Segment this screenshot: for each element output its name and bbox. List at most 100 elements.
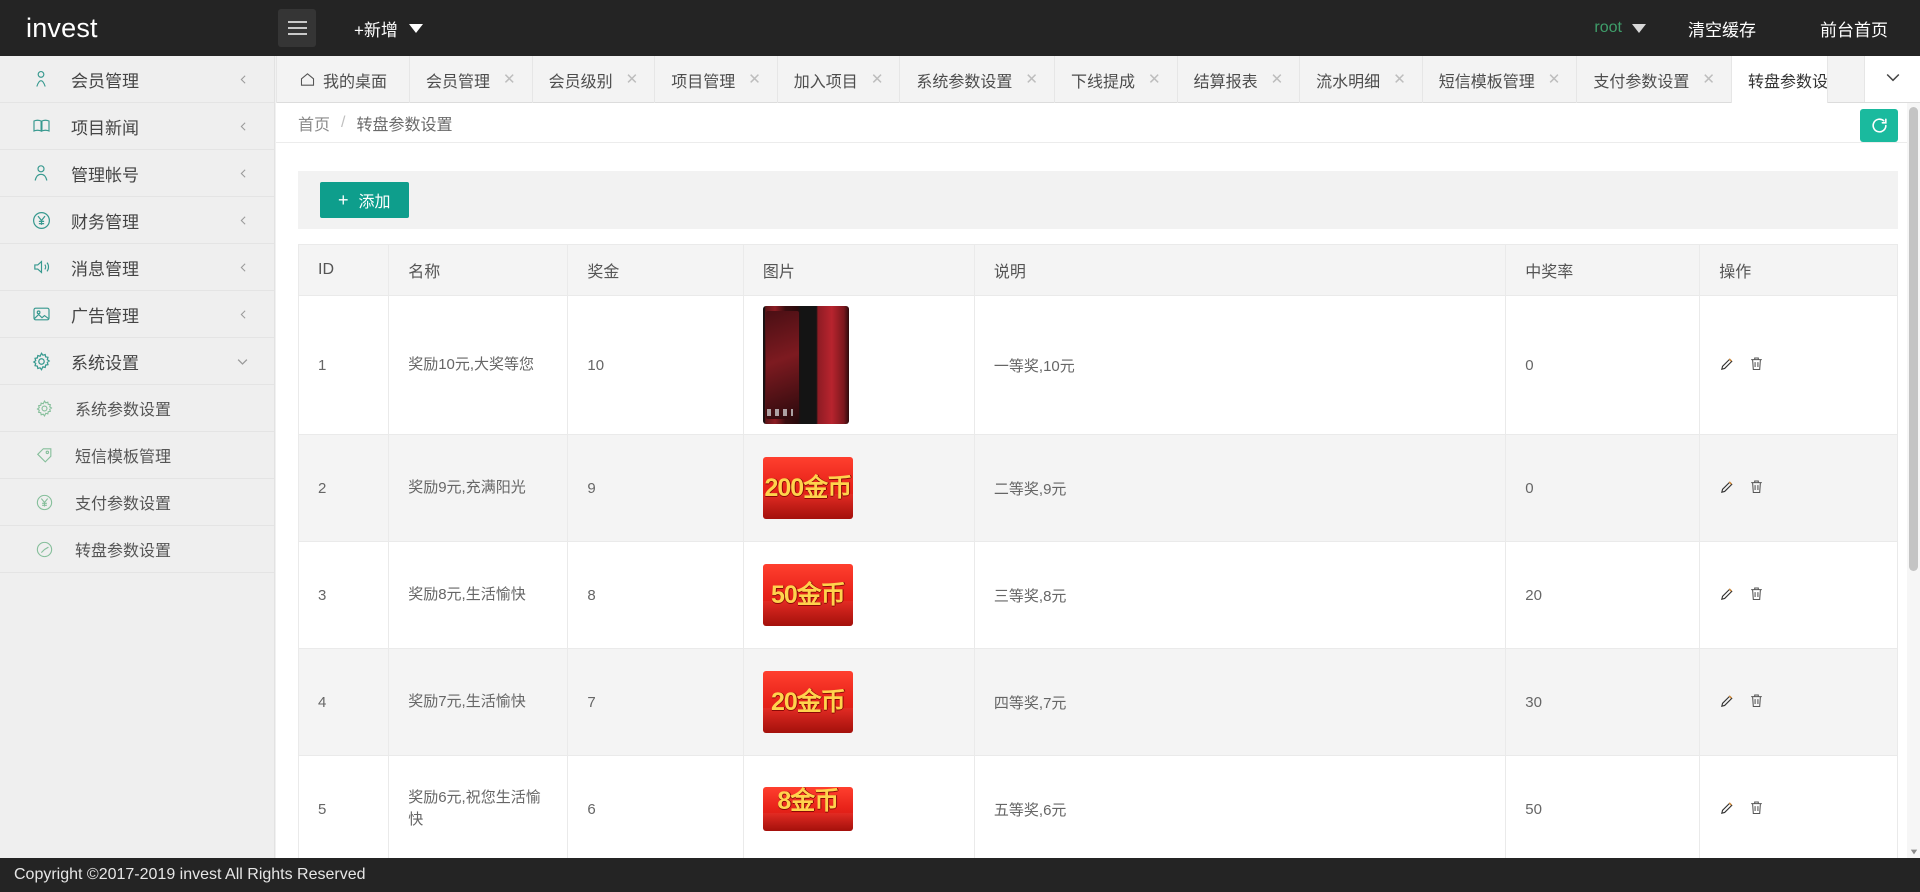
trash-icon[interactable] — [1748, 799, 1765, 820]
yen-circle-icon — [28, 210, 54, 231]
cell-bonus: 6 — [568, 756, 743, 859]
trash-icon[interactable] — [1748, 355, 1765, 376]
user-name-label: root — [1594, 19, 1622, 37]
user-icon — [28, 69, 54, 89]
sidebar-item-sms-template[interactable]: 短信模板管理 — [0, 432, 274, 479]
trash-icon[interactable] — [1748, 692, 1765, 713]
clear-cache-button[interactable]: 清空缓存 — [1656, 16, 1788, 41]
scroll-down-arrow-icon[interactable] — [1907, 845, 1920, 858]
tab-label: 我的桌面 — [323, 68, 387, 92]
prize-image-thumbnail[interactable]: 20金币 — [763, 671, 853, 733]
table-row[interactable]: 5 奖励6元,祝您生活愉快 6 8金币 五等奖,6元 50 — [299, 756, 1898, 859]
sidebar-item-label: 系统设置 — [71, 349, 235, 374]
cell-description: 二等奖,9元 — [974, 435, 1505, 542]
pencil-icon[interactable] — [1719, 799, 1736, 820]
tab-member-management[interactable]: 会员管理 ✕ — [410, 56, 533, 103]
content-scrollbar[interactable] — [1907, 103, 1920, 858]
close-icon[interactable]: ✕ — [1702, 72, 1715, 87]
sidebar-item-wheel-params[interactable]: 转盘参数设置 — [0, 526, 274, 573]
sidebar-item-project-news[interactable]: 项目新闻 — [0, 103, 274, 150]
new-add-label: +新增 — [354, 16, 398, 41]
prize-image-thumbnail[interactable]: 50金币 — [763, 564, 853, 626]
home-icon — [299, 71, 316, 88]
column-header-image: 图片 — [743, 245, 974, 296]
chevron-left-icon — [237, 120, 250, 133]
prize-image-thumbnail[interactable] — [763, 306, 849, 424]
tab-wheel-params[interactable]: 转盘参数设置 — [1732, 56, 1828, 103]
trash-icon[interactable] — [1748, 585, 1765, 606]
tab-my-desktop[interactable]: 我的桌面 — [276, 56, 410, 103]
close-icon[interactable]: ✕ — [503, 72, 516, 87]
tab-label: 加入项目 — [794, 68, 858, 92]
close-icon[interactable]: ✕ — [748, 72, 761, 87]
plus-icon: + — [338, 191, 349, 209]
tab-member-level[interactable]: 会员级别 ✕ — [533, 56, 656, 103]
breadcrumb-home[interactable]: 首页 — [298, 111, 330, 135]
tab-join-project[interactable]: 加入项目 ✕ — [778, 56, 901, 103]
user-menu[interactable]: root — [1584, 19, 1656, 37]
hamburger-icon-line — [288, 21, 307, 23]
sidebar-item-member-management[interactable]: 会员管理 — [0, 56, 274, 103]
tab-sms-template[interactable]: 短信模板管理 ✕ — [1423, 56, 1578, 103]
cell-description: 四等奖,7元 — [974, 649, 1505, 756]
hamburger-icon-line — [288, 33, 307, 35]
prize-image-thumbnail[interactable]: 200金币 — [763, 457, 853, 519]
pencil-icon[interactable] — [1719, 585, 1736, 606]
close-icon[interactable]: ✕ — [1148, 72, 1161, 87]
new-add-menu[interactable]: +新增 — [354, 16, 423, 41]
sidebar-item-admin-account[interactable]: 管理帐号 — [0, 150, 274, 197]
prize-image-thumbnail[interactable]: 8金币 — [763, 787, 853, 831]
table-row[interactable]: 2 奖励9元,充满阳光 9 200金币 二等奖,9元 0 — [299, 435, 1898, 542]
cell-description: 一等奖,10元 — [974, 296, 1505, 435]
tab-offline-commission[interactable]: 下线提成 ✕ — [1055, 56, 1178, 103]
tab-label: 下线提成 — [1071, 68, 1135, 92]
pencil-icon[interactable] — [1719, 478, 1736, 499]
sidebar-item-payment-params[interactable]: 支付参数设置 — [0, 479, 274, 526]
cell-name: 奖励8元,生活愉快 — [389, 542, 568, 649]
sidebar-item-label: 系统参数设置 — [75, 396, 250, 420]
prize-image-text: 20金币 — [771, 690, 845, 715]
close-icon[interactable]: ✕ — [1025, 72, 1038, 87]
cell-win-rate: 20 — [1506, 542, 1700, 649]
sidebar: 会员管理 项目新闻 管理帐号 — [0, 56, 275, 892]
tab-system-params[interactable]: 系统参数设置 ✕ — [900, 56, 1055, 103]
pencil-icon[interactable] — [1719, 355, 1736, 376]
table-row[interactable]: 3 奖励8元,生活愉快 8 50金币 三等奖,8元 20 — [299, 542, 1898, 649]
sidebar-item-finance-management[interactable]: 财务管理 — [0, 197, 274, 244]
sidebar-item-ad-management[interactable]: 广告管理 — [0, 291, 274, 338]
content-area: 首页 / 转盘参数设置 + 添加 ID — [276, 103, 1920, 858]
menu-toggle-button[interactable] — [278, 9, 316, 47]
tab-project-management[interactable]: 项目管理 ✕ — [655, 56, 778, 103]
tag-icon — [32, 446, 56, 465]
tab-list-dropdown-button[interactable] — [1864, 56, 1920, 102]
front-home-button[interactable]: 前台首页 — [1788, 16, 1920, 41]
close-icon[interactable]: ✕ — [1393, 72, 1406, 87]
trash-icon[interactable] — [1748, 478, 1765, 499]
close-icon[interactable]: ✕ — [1271, 72, 1284, 87]
add-button[interactable]: + 添加 — [320, 182, 409, 218]
sidebar-item-system-params[interactable]: 系统参数设置 — [0, 385, 274, 432]
cell-name: 奖励9元,充满阳光 — [389, 435, 568, 542]
sidebar-item-message-management[interactable]: 消息管理 — [0, 244, 274, 291]
tab-label: 转盘参数设置 — [1748, 68, 1828, 92]
prize-image-text: 200金币 — [764, 476, 851, 501]
tab-settlement-report[interactable]: 结算报表 ✕ — [1178, 56, 1301, 103]
close-icon[interactable]: ✕ — [871, 72, 884, 87]
table-toolbar: + 添加 — [298, 171, 1898, 229]
sidebar-item-system-settings[interactable]: 系统设置 — [0, 338, 274, 385]
table-row[interactable]: 1 奖励10元,大奖等您 10 一等奖,10元 0 — [299, 296, 1898, 435]
close-icon[interactable]: ✕ — [1548, 72, 1561, 87]
refresh-button[interactable] — [1860, 109, 1898, 142]
scrollbar-thumb[interactable] — [1909, 107, 1918, 571]
tab-payment-params[interactable]: 支付参数设置 ✕ — [1577, 56, 1732, 103]
cell-win-rate: 50 — [1506, 756, 1700, 859]
pencil-icon[interactable] — [1719, 692, 1736, 713]
tab-transaction-detail[interactable]: 流水明细 ✕ — [1300, 56, 1423, 103]
book-icon — [28, 116, 54, 136]
chevron-left-icon — [237, 308, 250, 321]
cell-description: 五等奖,6元 — [974, 756, 1505, 859]
tab-bar: 我的桌面 会员管理 ✕ 会员级别 ✕ 项目管理 ✕ 加入项目 ✕ 系统参数设置 … — [276, 56, 1920, 103]
table-row[interactable]: 4 奖励7元,生活愉快 7 20金币 四等奖,7元 30 — [299, 649, 1898, 756]
close-icon[interactable]: ✕ — [626, 72, 639, 87]
cell-bonus: 9 — [568, 435, 743, 542]
